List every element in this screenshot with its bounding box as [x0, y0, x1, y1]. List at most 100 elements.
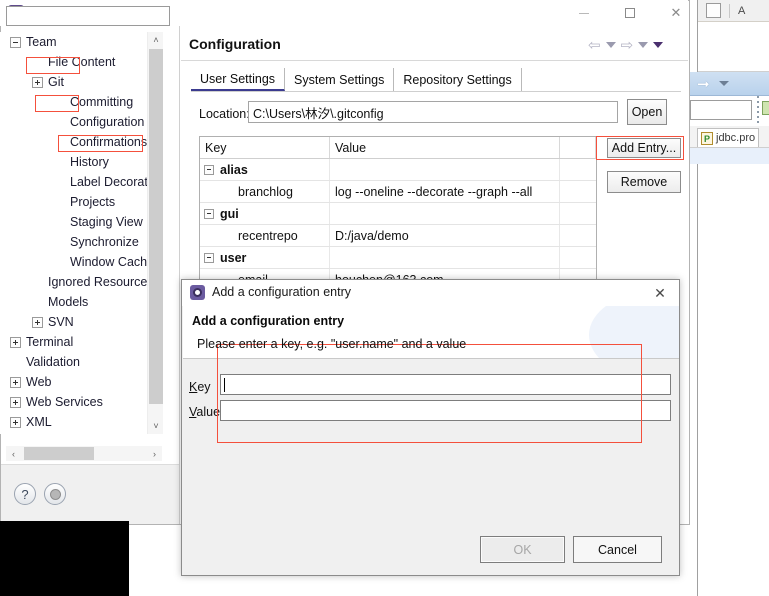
table-row[interactable]: branchlog log --oneline --decorate --grap… — [200, 181, 596, 203]
arrow-right-icon[interactable]: ➞ — [697, 75, 710, 93]
help-button[interactable]: ? — [14, 483, 36, 505]
page-title: Configuration — [189, 36, 281, 52]
tab-repository-settings[interactable]: Repository Settings — [394, 68, 522, 91]
expand-icon[interactable] — [10, 336, 21, 348]
sidebar-item-label: History — [70, 155, 109, 169]
sidebar-item-label: Staging View — [70, 215, 143, 229]
cell-pad — [560, 225, 596, 246]
cell-value: log --oneline --decorate --graph --all — [330, 181, 560, 202]
cell-key-label: alias — [220, 162, 248, 177]
minimize-icon — [579, 12, 589, 14]
settings-tabs: User Settings System Settings Repository S… — [191, 68, 522, 91]
background-green-icon[interactable] — [762, 101, 769, 115]
maximize-button[interactable] — [607, 0, 653, 26]
remove-button[interactable]: Remove — [607, 171, 681, 193]
ok-button[interactable]: OK — [480, 536, 565, 563]
config-table[interactable]: Key Value alias branchlog log --oneline --… — [199, 136, 597, 281]
cell-value — [330, 203, 560, 224]
expand-icon[interactable] — [10, 416, 21, 428]
filter-input[interactable] — [7, 7, 169, 25]
column-header-key[interactable]: Key — [200, 137, 330, 158]
background-editor-tab[interactable]: P jdbc.pro — [697, 128, 760, 147]
value-label: Value — [189, 405, 220, 419]
cancel-button[interactable]: Cancel — [573, 536, 662, 563]
table-row[interactable]: user — [200, 247, 596, 269]
tab-system-settings[interactable]: System Settings — [285, 68, 395, 91]
tree-hscroll-thumb[interactable] — [24, 447, 94, 460]
background-selected-row — [689, 148, 769, 164]
background-input[interactable] — [690, 100, 752, 120]
properties-file-icon: P — [701, 131, 713, 145]
eclipse-icon — [190, 285, 205, 300]
key-field[interactable] — [220, 374, 671, 395]
sidebar-item-label: Ignored Resources — [48, 275, 154, 289]
collapse-icon[interactable] — [204, 164, 214, 175]
cell-value — [330, 247, 560, 268]
key-label: Key — [189, 380, 211, 394]
location-label: Location: — [199, 107, 250, 121]
minimize-button[interactable] — [561, 0, 607, 26]
location-field[interactable]: C:\Users\林汐\.gitconfig — [248, 101, 618, 123]
scroll-down-icon[interactable]: ˅ — [148, 418, 164, 434]
scroll-right-icon[interactable]: › — [147, 446, 162, 461]
a-icon[interactable]: A — [738, 5, 745, 17]
filter-text-box[interactable] — [6, 6, 170, 26]
cell-key: branchlog — [200, 181, 330, 202]
table-row[interactable]: recentrepo D:/java/demo — [200, 225, 596, 247]
column-header-value[interactable]: Value — [330, 137, 560, 158]
sidebar-item-label: Committing — [70, 95, 134, 109]
sidebar-item-label: Team — [26, 35, 57, 49]
cell-key: recentrepo — [200, 225, 330, 246]
column-header-pad — [560, 137, 596, 158]
chevron-down-icon[interactable] — [718, 81, 729, 86]
add-entry-button[interactable]: Add Entry... — [607, 138, 681, 158]
copy-icon[interactable] — [706, 3, 721, 18]
sidebar-item-label: File Content — [48, 55, 116, 69]
collapse-icon[interactable] — [10, 36, 21, 48]
cell-key-label: gui — [220, 206, 239, 221]
close-button[interactable]: ✕ — [653, 0, 699, 26]
cell-key: gui — [200, 203, 330, 224]
collapse-icon[interactable] — [204, 208, 214, 219]
key-input[interactable] — [221, 375, 670, 394]
expand-icon[interactable] — [10, 376, 21, 388]
back-arrow-icon[interactable]: ⇦ — [588, 36, 601, 54]
sidebar-item-label: Git — [48, 75, 64, 89]
open-button[interactable]: Open — [627, 99, 667, 125]
key-label-rest: ey — [197, 380, 211, 394]
apply-and-close-button[interactable] — [44, 483, 66, 505]
dialog-close-button[interactable]: ✕ — [645, 282, 675, 304]
table-header-row: Key Value — [200, 137, 596, 159]
sidebar-item-label: Confirmations a — [70, 135, 158, 149]
tree-scroll-thumb[interactable] — [149, 49, 163, 404]
sidebar-item-label: Projects — [70, 195, 116, 209]
expand-icon[interactable] — [10, 396, 21, 408]
title-divider — [181, 60, 688, 61]
dialog-heading: Add a configuration entry — [192, 314, 345, 328]
value-field[interactable] — [220, 400, 671, 421]
view-menu-icon[interactable] — [653, 42, 664, 48]
dialog-banner: Add a configuration entry Please enter a… — [183, 306, 679, 358]
maximize-icon — [625, 8, 635, 18]
collapse-icon[interactable] — [204, 252, 214, 263]
text-caret — [224, 378, 225, 392]
back-chevron-down-icon[interactable] — [605, 42, 616, 48]
cell-pad — [560, 181, 596, 202]
scroll-left-icon[interactable]: ‹ — [6, 446, 21, 461]
sidebar-item-label: Configuration — [70, 115, 145, 129]
forward-arrow-icon[interactable]: ⇨ — [621, 36, 634, 54]
tree-horizontal-scrollbar[interactable]: ‹ › — [6, 446, 162, 461]
tree-vertical-scrollbar[interactable]: ˄ ˅ — [147, 32, 163, 434]
table-row[interactable]: gui — [200, 203, 596, 225]
expand-icon[interactable] — [32, 76, 43, 88]
table-row[interactable]: alias — [200, 159, 596, 181]
scroll-up-icon[interactable]: ˄ — [148, 32, 164, 48]
expand-icon[interactable] — [32, 316, 43, 328]
forward-chevron-down-icon[interactable] — [638, 42, 649, 48]
cell-key: user — [200, 247, 330, 268]
background-editor-area — [698, 22, 769, 72]
sidebar-item-label: Synchronize — [70, 235, 139, 249]
tab-user-settings[interactable]: User Settings — [191, 68, 286, 91]
value-input[interactable] — [221, 401, 670, 420]
desktop-black-region — [0, 521, 129, 596]
